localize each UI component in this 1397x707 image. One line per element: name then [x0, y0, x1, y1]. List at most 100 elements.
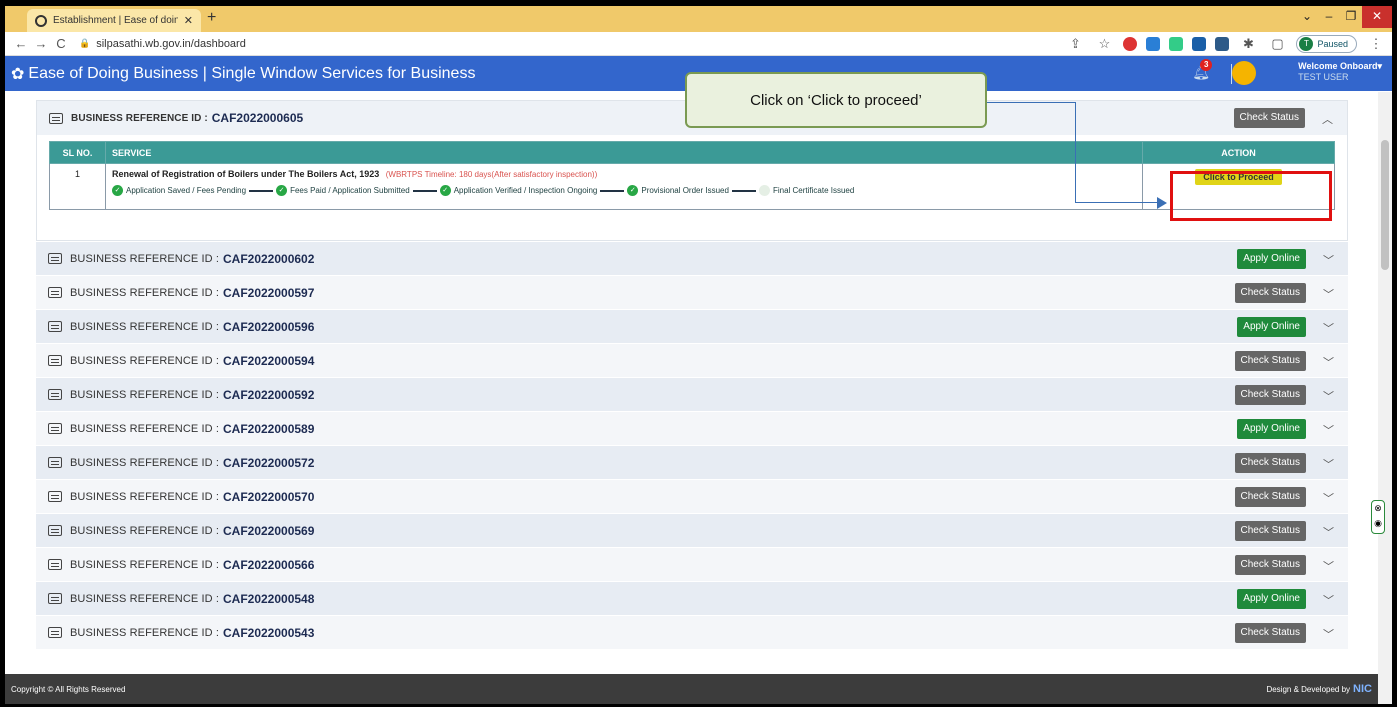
- chevron-down-icon[interactable]: ﹀: [1323, 524, 1334, 540]
- step-item: ✓ Provisional Order Issued: [627, 185, 729, 196]
- reference-row[interactable]: BUSINESS REFERENCE ID : CAF2022000594 Chec…: [36, 343, 1348, 377]
- close-icon[interactable]: ⊗: [1372, 501, 1384, 516]
- check-status-button[interactable]: Check Status: [1234, 623, 1306, 643]
- forward-icon[interactable]: →: [31, 36, 51, 51]
- browser-tab[interactable]: Establishment | Ease of doing bu ✕: [27, 9, 201, 32]
- apply-online-button[interactable]: Apply Online: [1237, 589, 1306, 609]
- document-icon: [48, 287, 62, 298]
- reference-row[interactable]: BUSINESS REFERENCE ID : CAF2022000570 Chec…: [36, 479, 1348, 513]
- logo-icon: ✿: [11, 65, 25, 83]
- user-avatar[interactable]: [1232, 61, 1256, 85]
- chevron-down-icon[interactable]: ﹀: [1323, 320, 1334, 336]
- accordion-body: SL NO. SERVICE ACTION 1 Renewal of Regis…: [37, 135, 1347, 240]
- url-field[interactable]: 🔒 silpasathi.wb.gov.in/dashboard: [79, 38, 246, 50]
- scrollbar-thumb[interactable]: [1381, 140, 1389, 270]
- credit-text: Design & Developed by: [1266, 685, 1351, 694]
- puzzle-icon[interactable]: ✱: [1238, 36, 1258, 52]
- new-tab-button[interactable]: +: [207, 9, 216, 27]
- reference-row[interactable]: BUSINESS REFERENCE ID : CAF2022000543 Chec…: [36, 615, 1348, 649]
- col-service: SERVICE: [105, 141, 1143, 164]
- reference-row[interactable]: BUSINESS REFERENCE ID : CAF2022000548 Appl…: [36, 581, 1348, 615]
- extension-icon[interactable]: [1192, 36, 1207, 51]
- scrollbar[interactable]: [1378, 92, 1392, 704]
- callout-connector: [987, 102, 1075, 103]
- chevron-down-icon[interactable]: ﹀: [1323, 558, 1334, 574]
- step-item: ✓ Application Verified / Inspection Ongoi…: [439, 185, 598, 196]
- window-controls: ⌄ – ❐ ✕: [1296, 6, 1392, 28]
- settings-icon[interactable]: ◉: [1372, 516, 1384, 531]
- share-icon[interactable]: ⇪: [1065, 36, 1085, 52]
- reference-label: BUSINESS REFERENCE ID :: [70, 388, 219, 401]
- reference-row[interactable]: BUSINESS REFERENCE ID : CAF2022000602 Appl…: [36, 241, 1348, 275]
- menu-icon[interactable]: ⋮: [1366, 36, 1386, 52]
- step-label: Application Verified / Inspection Ongoin…: [453, 186, 598, 195]
- chevron-up-icon[interactable]: ︿: [1322, 111, 1333, 127]
- user-menu[interactable]: Welcome Onboard▾ TEST USER: [1298, 61, 1382, 83]
- chevron-down-icon[interactable]: ﹀: [1323, 592, 1334, 608]
- extension-icon[interactable]: [1169, 36, 1184, 51]
- star-icon[interactable]: ☆: [1094, 36, 1114, 52]
- extension-icon[interactable]: [1146, 36, 1161, 51]
- chevron-down-icon[interactable]: ﹀: [1323, 422, 1334, 438]
- profile-button[interactable]: T Paused: [1296, 34, 1357, 53]
- chevron-down-icon[interactable]: ⌄: [1296, 6, 1318, 28]
- document-icon: [48, 457, 62, 468]
- callout-connector: [1075, 202, 1161, 203]
- apply-online-button[interactable]: Apply Online: [1237, 419, 1306, 439]
- chevron-down-icon[interactable]: ﹀: [1323, 490, 1334, 506]
- reference-id: CAF2022000566: [223, 557, 315, 572]
- step-connector: [249, 189, 274, 192]
- chevron-down-icon[interactable]: ﹀: [1323, 388, 1334, 404]
- reference-row[interactable]: BUSINESS REFERENCE ID : CAF2022000569 Chec…: [36, 513, 1348, 547]
- reference-row[interactable]: BUSINESS REFERENCE ID : CAF2022000596 Appl…: [36, 309, 1348, 343]
- check-status-button[interactable]: Check Status: [1234, 487, 1306, 507]
- chevron-down-icon[interactable]: ﹀: [1323, 626, 1334, 642]
- minimize-button[interactable]: –: [1318, 6, 1340, 28]
- reference-label: BUSINESS REFERENCE ID :: [70, 456, 219, 469]
- check-status-button[interactable]: Check Status: [1234, 351, 1306, 371]
- reference-list: BUSINESS REFERENCE ID : CAF2022000602 Appl…: [36, 241, 1348, 649]
- extensions-bar: ⇪ ☆ ✱ ▢ T Paused ⋮: [1065, 34, 1386, 53]
- progress-steps: ✓ Application Saved / Fees Pending ✓ Fees …: [112, 185, 1136, 196]
- maximize-button[interactable]: ❐: [1340, 6, 1362, 28]
- extension-icon[interactable]: [1215, 36, 1230, 51]
- check-status-button[interactable]: Check Status: [1234, 521, 1306, 541]
- service-table: SL NO. SERVICE ACTION 1 Renewal of Regis…: [49, 141, 1335, 210]
- check-status-button[interactable]: Check Status: [1234, 283, 1306, 303]
- check-status-button[interactable]: Check Status: [1234, 385, 1306, 405]
- step-label: Application Saved / Fees Pending: [126, 186, 247, 195]
- check-status-button[interactable]: Check Status: [1234, 555, 1306, 575]
- browser-window: Establishment | Ease of doing bu ✕ + ⌄ –…: [5, 6, 1392, 704]
- reference-row[interactable]: BUSINESS REFERENCE ID : CAF2022000589 Appl…: [36, 411, 1348, 445]
- instruction-callout: Click on ‘Click to proceed’: [685, 72, 987, 128]
- step-label: Provisional Order Issued: [641, 186, 729, 195]
- chevron-down-icon[interactable]: ﹀: [1323, 252, 1334, 268]
- profile-status: Paused: [1317, 38, 1348, 49]
- arrow-icon: [1157, 197, 1167, 209]
- apply-online-button[interactable]: Apply Online: [1237, 249, 1306, 269]
- reference-row[interactable]: BUSINESS REFERENCE ID : CAF2022000597 Chec…: [36, 275, 1348, 309]
- step-item: ✓ Final Certificate Issued: [758, 185, 854, 196]
- apply-online-button[interactable]: Apply Online: [1237, 317, 1306, 337]
- check-status-button[interactable]: Check Status: [1233, 108, 1305, 128]
- brand[interactable]: ✿ Ease of Doing Business | Single Window…: [11, 64, 475, 84]
- close-tab-icon[interactable]: ✕: [184, 14, 193, 27]
- reload-icon[interactable]: C: [51, 36, 71, 51]
- back-icon[interactable]: ←: [11, 36, 31, 51]
- notification-button[interactable]: 🔔︎ 3: [1192, 59, 1213, 81]
- chevron-down-icon[interactable]: ﹀: [1323, 286, 1334, 302]
- copyright: Copyright © All Rights Reserved: [11, 684, 126, 694]
- close-window-button[interactable]: ✕: [1362, 6, 1392, 28]
- check-icon: ✓: [439, 185, 451, 196]
- adblock-icon[interactable]: [1123, 36, 1138, 51]
- check-status-button[interactable]: Check Status: [1234, 453, 1306, 473]
- chevron-down-icon[interactable]: ﹀: [1323, 456, 1334, 472]
- chevron-down-icon[interactable]: ﹀: [1323, 354, 1334, 370]
- reference-row[interactable]: BUSINESS REFERENCE ID : CAF2022000572 Chec…: [36, 445, 1348, 479]
- accessibility-widget[interactable]: ⊗ ◉: [1371, 500, 1385, 534]
- callout-connector: [1075, 102, 1076, 202]
- reference-row[interactable]: BUSINESS REFERENCE ID : CAF2022000592 Chec…: [36, 377, 1348, 411]
- reference-row[interactable]: BUSINESS REFERENCE ID : CAF2022000566 Chec…: [36, 547, 1348, 581]
- sidepanel-icon[interactable]: ▢: [1267, 36, 1287, 52]
- reference-id: CAF2022000572: [223, 455, 315, 470]
